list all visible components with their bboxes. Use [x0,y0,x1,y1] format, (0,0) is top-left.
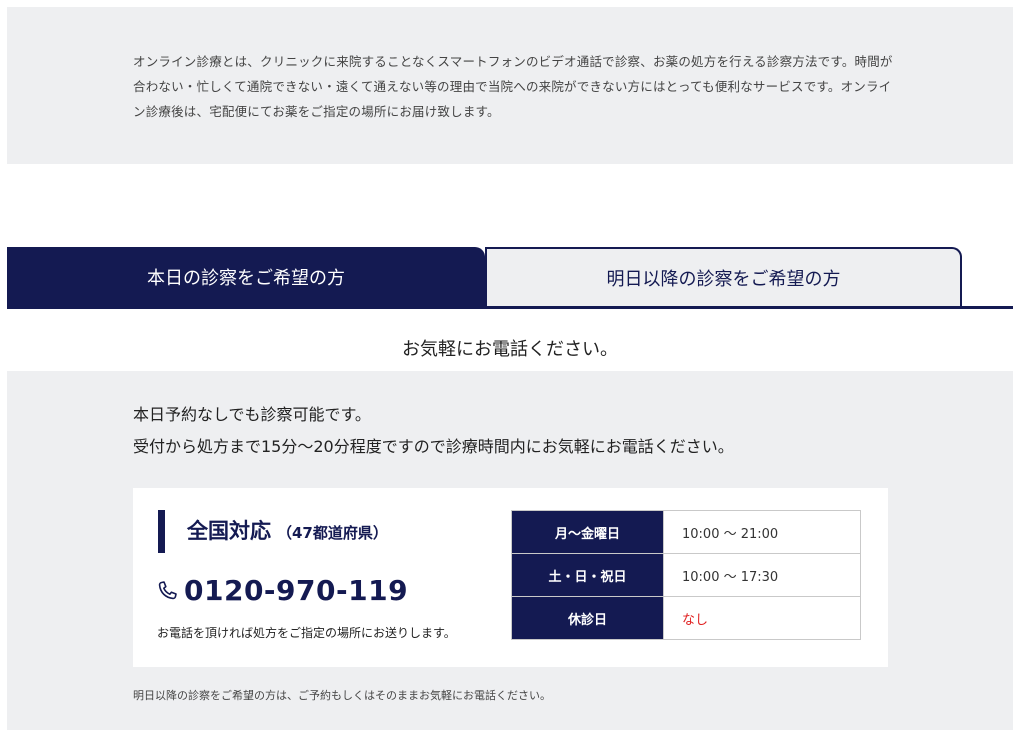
phone-link[interactable]: 0120-970-119 [155,574,408,607]
hours-closed-value: なし [663,596,861,640]
panel-line-2: 受付から処方まで15分～20分程度ですので診療時間内にお気軽にお電話ください。 [133,437,734,456]
hours-day: 月～金曜日 [511,510,664,554]
hours-time: 10:00 ～ 17:30 [663,553,861,597]
phone-icon [155,579,179,603]
card-title-sub: （47都道府県） [277,524,388,542]
intro-section: オンライン診療とは、クリニックに来院することなくスマートフォンのビデオ通話で診察… [7,7,1013,164]
card-note: お電話を頂ければ処方をご指定の場所にお送りします。 [157,626,456,640]
hours-day: 土・日・祝日 [511,553,664,597]
tab-today-label: 本日の診察をご希望の方 [147,268,345,289]
tab-later-label: 明日以降の診察をご希望の方 [606,269,841,290]
phone-number: 0120-970-119 [184,574,409,607]
table-row: 土・日・祝日 10:00 ～ 17:30 [511,553,861,597]
table-row: 月～金曜日 10:00 ～ 21:00 [511,510,861,554]
title-accent-bar [158,510,165,553]
panel-line-1: 本日予約なしでも診察可能です。 [133,405,371,424]
tab-today[interactable]: 本日の診察をご希望の方 [7,247,485,307]
hours-time: 10:00 ～ 21:00 [663,510,861,554]
today-panel: 本日予約なしでも診察可能です。 受付から処方まで15分～20分程度ですので診療時… [7,371,1013,730]
intro-text: オンライン診療とは、クリニックに来院することなくスマートフォンのビデオ通話で診察… [133,54,893,119]
tab-bar: 本日の診察をご希望の方 明日以降の診察をご希望の方 [7,247,1013,310]
tab-later[interactable]: 明日以降の診察をご希望の方 [485,247,962,307]
tab-underline [7,306,1013,309]
card-title-main: 全国対応 [187,519,271,543]
panel-description: 本日予約なしでも診察可能です。 受付から処方まで15分～20分程度ですので診療時… [133,399,734,463]
hours-day: 休診日 [511,596,664,640]
footnote: 明日以降の診察をご希望の方は、ご予約もしくはそのままお気軽にお電話ください。 [133,689,551,702]
table-row: 休診日 なし [511,596,861,640]
card-title: 全国対応 （47都道府県） [187,515,388,545]
hours-table: 月～金曜日 10:00 ～ 21:00 土・日・祝日 10:00 ～ 17:30… [511,510,861,640]
contact-card: 全国対応 （47都道府県） 0120-970-119 お電話を頂ければ処方をご指定… [133,488,888,667]
lead-text: お気軽にお電話ください。 [402,339,618,360]
